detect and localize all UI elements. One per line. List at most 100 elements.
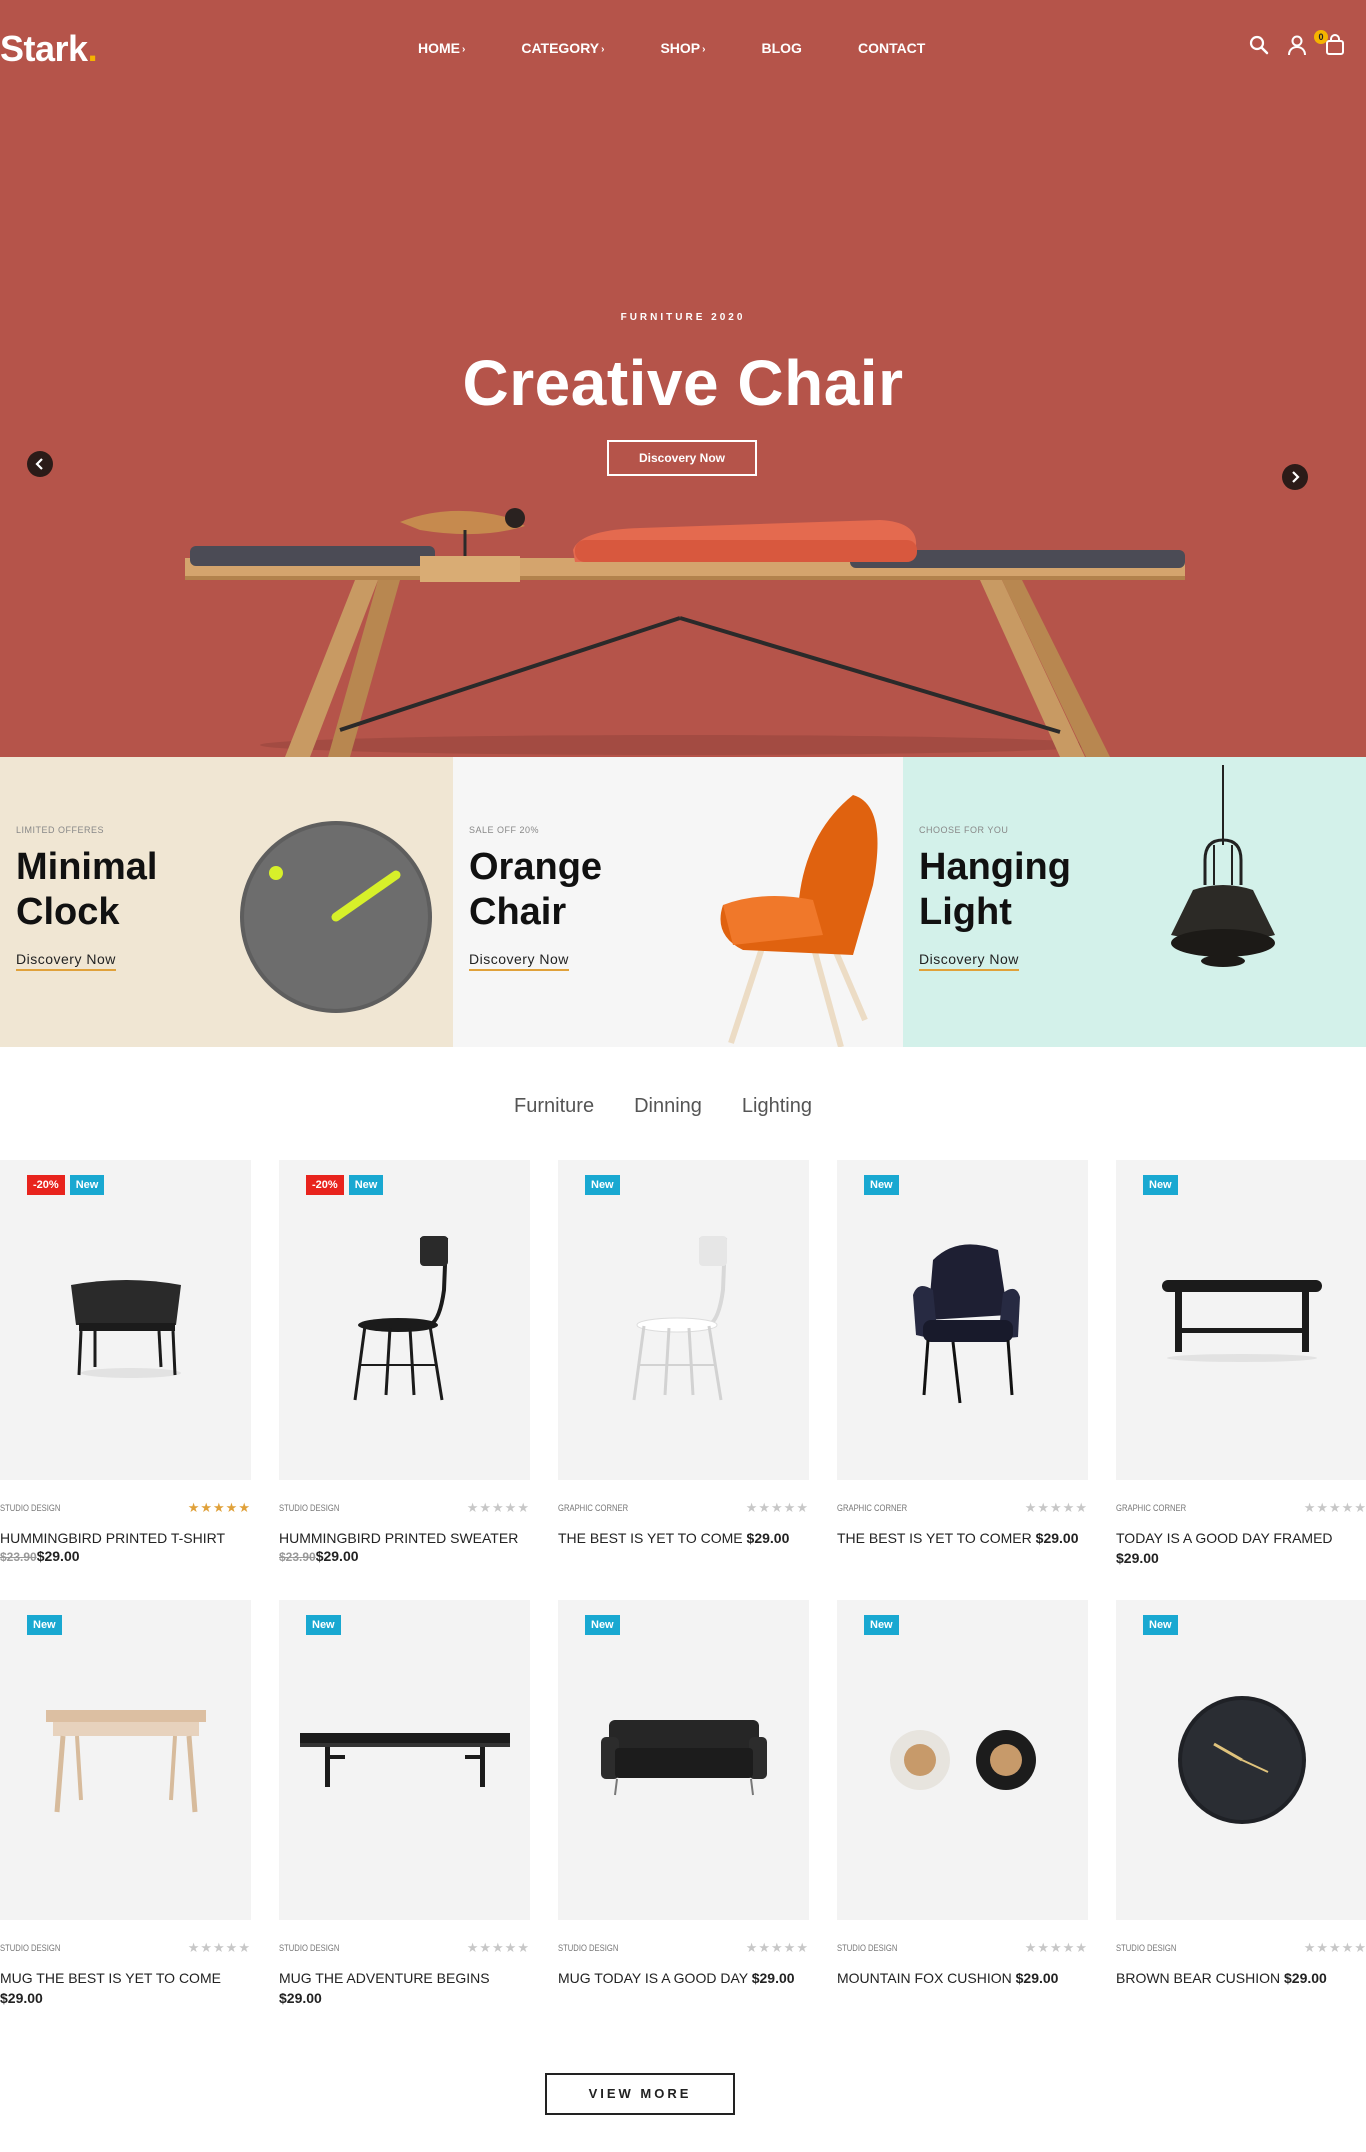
product-art: [1116, 1160, 1366, 1480]
cart-icon[interactable]: 0: [1314, 30, 1348, 58]
product-card[interactable]: New STUDIO DESIGN ★★★★★ MUG TODAY IS A G…: [558, 1600, 809, 2008]
banner-title: Orange Chair: [469, 846, 603, 933]
product-card[interactable]: New STUDIO DESIGN ★★★★★ MUG THE BEST IS …: [0, 1600, 251, 2008]
product-image[interactable]: New: [837, 1600, 1088, 1920]
product-price: $29.00: [746, 1530, 790, 1546]
nav-item-home[interactable]: HOME ›: [418, 40, 465, 56]
product-vendor: STUDIO DESIGN: [279, 1503, 340, 1513]
product-vendor: GRAPHIC CORNER: [837, 1503, 908, 1513]
product-card[interactable]: -20% New STUDIO DESIGN ★★★★★ HUMMINGBIRD …: [279, 1160, 530, 1568]
nav-item-contact[interactable]: CONTACT: [858, 40, 925, 56]
product-name[interactable]: HUMMINGBIRD PRINTED SWEATER: [279, 1528, 530, 1548]
product-card[interactable]: New GRAPHIC CORNER ★★★★★ THE BEST IS YET…: [837, 1160, 1088, 1568]
nav-item-blog[interactable]: BLOG: [762, 40, 802, 56]
banner-hanging-light[interactable]: CHOOSE FOR YOU Hanging Light Discovery N…: [903, 757, 1366, 1047]
nav-item-label: SHOP: [660, 40, 701, 56]
product-price-line: $23.90$29.00: [0, 1548, 251, 1564]
old-price: $23.90: [279, 1550, 316, 1564]
product-image[interactable]: New: [837, 1160, 1088, 1480]
banner-orange-chair[interactable]: SALE OFF 20% Orange Chair Discovery Now: [453, 757, 903, 1047]
product-name-line[interactable]: BROWN BEAR CUSHION $29.00: [1116, 1968, 1366, 1988]
tab-dinning[interactable]: Dinning: [634, 1095, 702, 1118]
orange-chair-image: [720, 795, 878, 1047]
tab-furniture[interactable]: Furniture: [514, 1095, 594, 1118]
product-art: [1116, 1600, 1366, 1920]
promo-banners: LIMITED OFFERES Minimal Clock Discovery …: [0, 757, 1366, 1047]
product-vendor: STUDIO DESIGN: [279, 1943, 340, 1953]
tab-lighting[interactable]: Lighting: [742, 1095, 812, 1118]
rating-stars-icon: ★★★★★: [1024, 1500, 1088, 1515]
product-image[interactable]: -20% New: [0, 1160, 251, 1480]
product-image[interactable]: New: [279, 1600, 530, 1920]
product-art: [0, 1160, 251, 1480]
product-name-line[interactable]: MUG TODAY IS A GOOD DAY $29.00: [558, 1968, 809, 1988]
nav-item-label: CATEGORY: [521, 40, 600, 56]
rating-stars-icon: ★★★★★: [1303, 1940, 1366, 1955]
product-card[interactable]: New STUDIO DESIGN ★★★★★ MOUNTAIN FOX CUS…: [837, 1600, 1088, 2008]
logo[interactable]: Stark.: [0, 28, 98, 70]
product-vendor: STUDIO DESIGN: [1116, 1943, 1177, 1953]
nav-item-label: BLOG: [761, 40, 802, 56]
product-card[interactable]: New STUDIO DESIGN ★★★★★ BROWN BEAR CUSHI…: [1116, 1600, 1366, 2008]
nav-item-label: HOME: [418, 40, 460, 56]
product-meta: STUDIO DESIGN ★★★★★: [279, 1500, 530, 1516]
nav-item-category[interactable]: CATEGORY ›: [521, 40, 604, 56]
product-vendor: GRAPHIC CORNER: [1116, 1503, 1187, 1513]
search-icon[interactable]: [1248, 34, 1272, 58]
product-art: [0, 1600, 251, 1920]
product-name: MOUNTAIN FOX CUSHION: [837, 1970, 1012, 1986]
product-price: $29.00: [0, 1990, 43, 2006]
product-price: $29.00: [279, 1990, 322, 2006]
product-name-line[interactable]: MUG THE ADVENTURE BEGINS $29.00: [279, 1968, 530, 2008]
product-name-line[interactable]: MUG THE BEST IS YET TO COME $29.00: [0, 1968, 251, 2008]
banner-discovery-link[interactable]: Discovery Now: [469, 951, 569, 971]
chevron-down-icon: ›: [601, 43, 605, 55]
hero-discovery-button[interactable]: Discovery Now: [607, 440, 757, 476]
product-card[interactable]: -20% New STUDIO DESIGN ★★★★★ HUMMINGBIRD …: [0, 1160, 251, 1568]
hero-title: Creative Chair: [462, 347, 904, 419]
product-name-line[interactable]: THE BEST IS YET TO COME $29.00: [558, 1528, 809, 1548]
clock-image: [240, 821, 432, 1013]
product-art: [558, 1600, 809, 1920]
product-image[interactable]: New: [1116, 1160, 1366, 1480]
rating-stars-icon: ★★★★★: [466, 1940, 530, 1955]
product-name-line[interactable]: THE BEST IS YET TO COMER $29.00: [837, 1528, 1088, 1548]
rating-stars-icon: ★★★★★: [187, 1500, 251, 1515]
product-card[interactable]: New STUDIO DESIGN ★★★★★ MUG THE ADVENTUR…: [279, 1600, 530, 2008]
rating-stars-icon: ★★★★★: [187, 1940, 251, 1955]
product-price-line: $23.90$29.00: [279, 1548, 530, 1564]
slider-prev-button[interactable]: [27, 451, 53, 477]
product-price: $29.00: [1035, 1530, 1079, 1546]
product-image[interactable]: New: [0, 1600, 251, 1920]
product-meta: STUDIO DESIGN ★★★★★: [0, 1940, 251, 1956]
product-name[interactable]: HUMMINGBIRD PRINTED T-SHIRT: [0, 1528, 251, 1548]
banner-title: Minimal Clock: [16, 846, 158, 933]
rating-stars-icon: ★★★★★: [1024, 1940, 1088, 1955]
main-nav: HOME › CATEGORY › SHOP › BLOG CONTACT: [418, 40, 925, 56]
banner-discovery-link[interactable]: Discovery Now: [919, 951, 1019, 971]
rating-stars-icon: ★★★★★: [1303, 1500, 1366, 1515]
product-image[interactable]: New: [1116, 1600, 1366, 1920]
hero-eyebrow: FURNITURE 2020: [620, 312, 746, 323]
product-art: [558, 1160, 809, 1480]
nav-item-shop[interactable]: SHOP ›: [660, 40, 705, 56]
product-price: $29.00: [1015, 1970, 1059, 1986]
product-art: [279, 1600, 530, 1920]
product-name-line[interactable]: MOUNTAIN FOX CUSHION $29.00: [837, 1968, 1088, 1988]
product-name-line[interactable]: TODAY IS A GOOD DAY FRAMED $29.00: [1116, 1528, 1366, 1568]
user-icon[interactable]: [1286, 34, 1310, 58]
product-card[interactable]: New GRAPHIC CORNER ★★★★★ TODAY IS A GOOD…: [1116, 1160, 1366, 1568]
banner-discovery-link[interactable]: Discovery Now: [16, 951, 116, 971]
product-image[interactable]: -20% New: [279, 1160, 530, 1480]
banner-eyebrow: CHOOSE FOR YOU: [919, 825, 1009, 835]
product-image[interactable]: New: [558, 1160, 809, 1480]
product-image[interactable]: New: [558, 1600, 809, 1920]
banner-title: Hanging Light: [919, 846, 1071, 933]
slider-next-button[interactable]: [1282, 464, 1308, 490]
product-vendor: STUDIO DESIGN: [837, 1943, 898, 1953]
product-vendor: STUDIO DESIGN: [558, 1943, 619, 1953]
product-meta: STUDIO DESIGN ★★★★★: [837, 1940, 1088, 1956]
view-more-button[interactable]: VIEW MORE: [545, 2073, 735, 2115]
banner-minimal-clock[interactable]: LIMITED OFFERES Minimal Clock Discovery …: [0, 757, 453, 1047]
product-card[interactable]: New GRAPHIC CORNER ★★★★★ THE BEST IS YET…: [558, 1160, 809, 1568]
